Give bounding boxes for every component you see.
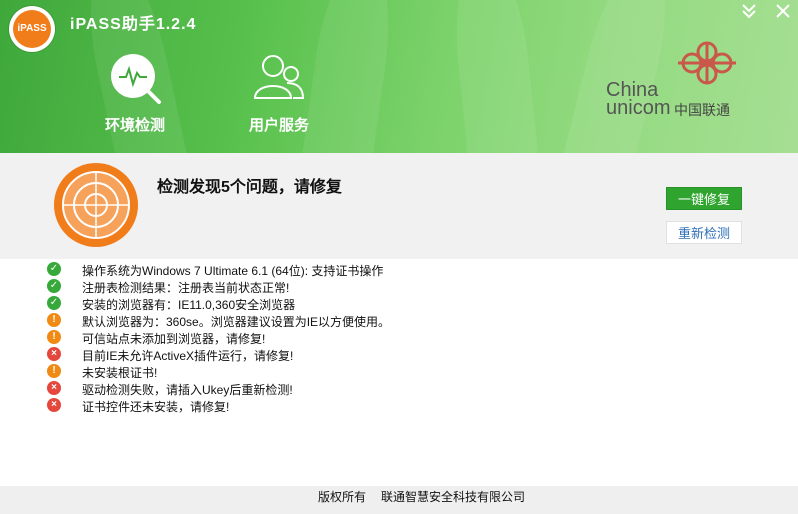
error-icon: × xyxy=(47,398,61,412)
header-banner: iPASS iPASS助手1.2.4 环境检测 用户服务 China unico… xyxy=(0,0,798,153)
check-icon: ✓ xyxy=(47,262,61,276)
nav-environment-check[interactable]: 环境检测 xyxy=(80,50,190,150)
chevron-double-down-icon xyxy=(742,4,756,19)
footer: 版权所有 联通智慧安全科技有限公司 xyxy=(0,486,798,514)
grass-decoration xyxy=(447,0,540,153)
close-button[interactable] xyxy=(772,0,794,22)
collapse-button[interactable] xyxy=(738,0,760,22)
check-icon: ✓ xyxy=(47,279,61,293)
footer-company: 联通智慧安全科技有限公司 xyxy=(381,490,526,504)
result-text: 注册表检测结果：注册表当前状态正常! xyxy=(82,281,290,295)
result-text: 默认浏览器为：360se。浏览器建议设置为IE以方便使用。 xyxy=(82,315,391,329)
nav-environment-check-label: 环境检测 xyxy=(104,117,165,134)
close-icon xyxy=(776,4,790,18)
warning-icon: ! xyxy=(47,313,61,327)
app-title: iPASS助手1.2.4 xyxy=(70,16,197,33)
radar-scan-icon xyxy=(52,161,140,249)
nav-user-service-label: 用户服务 xyxy=(248,117,309,134)
result-text: 未安装根证书! xyxy=(82,366,158,380)
nav-user-service[interactable]: 用户服务 xyxy=(224,50,334,150)
result-text: 驱动检测失败，请插入Ukey后重新检测! xyxy=(82,383,293,397)
unicom-knot-icon xyxy=(678,41,736,85)
scan-result-title: 检测发现5个问题，请修复 xyxy=(157,179,342,196)
result-text: 证书控件还未安装，请修复! xyxy=(82,400,230,414)
error-icon: × xyxy=(47,381,61,395)
one-click-fix-button[interactable]: 一键修复 xyxy=(666,187,742,210)
warning-icon: ! xyxy=(47,364,61,378)
monitor-search-icon xyxy=(107,50,163,106)
unicom-wordmark-line2: unicom xyxy=(606,97,671,119)
result-text: 操作系统为Windows 7 Ultimate 6.1 (64位): 支持证书操… xyxy=(82,264,384,278)
result-text: 可信站点未添加到浏览器，请修复! xyxy=(82,332,266,346)
app-logo-text: iPASS xyxy=(13,10,51,48)
warning-icon: ! xyxy=(47,330,61,344)
footer-copyright: 版权所有 xyxy=(318,490,367,504)
recheck-button[interactable]: 重新检测 xyxy=(666,221,742,244)
error-icon: × xyxy=(47,347,61,361)
china-unicom-logo: China unicom 中国联通 xyxy=(606,40,746,120)
scan-status-panel: 检测发现5个问题，请修复 一键修复 重新检测 xyxy=(0,153,798,259)
check-icon: ✓ xyxy=(47,296,61,310)
users-icon xyxy=(251,50,307,106)
unicom-chinese-name: 中国联通 xyxy=(674,102,730,118)
result-text: 目前IE未允许ActiveX插件运行，请修复! xyxy=(82,349,294,363)
result-text: 安装的浏览器有：IE11.0,360安全浏览器 xyxy=(82,298,296,312)
app-logo: iPASS xyxy=(9,6,55,52)
